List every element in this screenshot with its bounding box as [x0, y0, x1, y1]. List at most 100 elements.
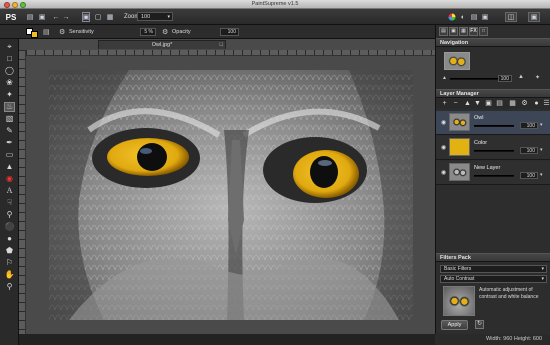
- undo-icon[interactable]: ←: [52, 12, 60, 22]
- fit-screen-icon[interactable]: ▣: [82, 12, 90, 22]
- magic-wand-icon[interactable]: ✦: [4, 90, 15, 100]
- zoom-select[interactable]: 100 ▾: [137, 12, 173, 21]
- layer-opacity-slider-color[interactable]: [474, 150, 514, 152]
- panel-tab-layers[interactable]: ▣: [449, 27, 458, 36]
- navigation-thumbnail[interactable]: [444, 52, 470, 70]
- app-logo: PS: [5, 12, 17, 22]
- document-tab-label: Owl.jpg*: [151, 42, 173, 48]
- layer-opacity-stepper-icon[interactable]: ▾: [540, 122, 543, 128]
- opacity-icon: ⚙: [162, 29, 169, 36]
- brush-icon[interactable]: ✒: [4, 138, 15, 148]
- ruler-vertical: [19, 50, 26, 334]
- rect-select-icon[interactable]: □: [4, 54, 15, 64]
- actual-size-icon[interactable]: ▢: [94, 12, 102, 22]
- layer-toolbar: + − ▲ ▼ ▣ ▤ ▦ ⚙ ● ☰: [436, 99, 550, 109]
- layer-opacity-input-new-layer[interactable]: 100: [520, 172, 538, 179]
- add-layer-icon[interactable]: +: [440, 100, 449, 108]
- layer-opacity-stepper-icon[interactable]: ▾: [540, 147, 543, 153]
- navigation-fit-icon[interactable]: ✦: [535, 74, 540, 81]
- image-dimensions: Width: 960 Height: 600: [486, 336, 542, 342]
- panel-tab-info[interactable]: □: [479, 27, 488, 36]
- panel-tab-history[interactable]: ▦: [459, 27, 468, 36]
- layer-mask-icon[interactable]: ●: [532, 100, 541, 108]
- move-layer-down-icon[interactable]: ▼: [473, 100, 482, 108]
- crop-view-icon[interactable]: ▦: [106, 12, 114, 22]
- filter-category-select[interactable]: Basic Filters ▾: [440, 265, 547, 273]
- zoom-value: 100: [141, 14, 151, 20]
- fullscreen-icon[interactable]: ▣: [528, 12, 540, 22]
- document-tab[interactable]: Owl.jpg* □: [98, 40, 226, 49]
- layer-opacity-input-owl[interactable]: 100: [520, 122, 538, 129]
- stamp-icon[interactable]: ▲: [4, 162, 15, 172]
- layer-opacity-input-color[interactable]: 100: [520, 147, 538, 154]
- histogram-icon[interactable]: ▤: [470, 12, 478, 22]
- window-arrange-icon[interactable]: ◫: [505, 12, 517, 22]
- remove-layer-icon[interactable]: −: [451, 100, 460, 108]
- filter-category-value: Basic Filters: [444, 266, 472, 272]
- paint-bucket-icon[interactable]: ♨: [4, 102, 15, 112]
- sponge-icon[interactable]: ●: [4, 234, 15, 244]
- layer-thumbnail-new-layer: [449, 163, 470, 181]
- sensitivity-input[interactable]: 5 %: [140, 28, 156, 36]
- eye-icon[interactable]: ◉: [441, 169, 446, 176]
- layer-opacity-slider-new-layer[interactable]: [474, 175, 514, 177]
- layer-row-color[interactable]: ◉ Color 100 ▾: [436, 136, 550, 160]
- dodge-icon[interactable]: ⚲: [4, 210, 15, 220]
- close-tab-icon[interactable]: □: [220, 41, 223, 49]
- navigation-zoom-in-icon[interactable]: ▲: [518, 74, 524, 80]
- navigation-zoom-input[interactable]: 100: [498, 75, 512, 82]
- open-document-icon[interactable]: ▣: [38, 12, 46, 22]
- document-bottom-bar: [19, 334, 435, 345]
- duplicate-layer-icon[interactable]: ▣: [484, 100, 493, 108]
- red-eye-icon[interactable]: ◉: [4, 174, 15, 184]
- toolbox: ➢ ⌖ □ ◯ ❀ ✦ ♨ ▧ ✎ ✒ ▭ ▲ ◉ A ☟ ⚲ ⚫ ● ⬟ ⚐ …: [0, 25, 19, 345]
- delete-layer-icon[interactable]: ▤: [495, 100, 504, 108]
- sensitivity-label: Sensitivity: [69, 29, 94, 35]
- redo-icon[interactable]: →: [62, 12, 70, 22]
- shape-tool-icon[interactable]: ⬟: [4, 246, 15, 256]
- panel-tab-filters[interactable]: FX: [469, 27, 478, 36]
- eyedropper-icon[interactable]: ⚐: [4, 258, 15, 268]
- apply-filter-button[interactable]: Apply: [441, 320, 468, 330]
- ellipse-select-icon[interactable]: ◯: [4, 66, 15, 76]
- lasso-icon[interactable]: ❀: [4, 78, 15, 88]
- layer-properties-icon[interactable]: ⚙: [520, 100, 529, 108]
- zoom-tool-icon[interactable]: ⚲: [4, 282, 15, 292]
- primary-color-swatch[interactable]: [31, 31, 38, 38]
- color-wheel-icon[interactable]: [448, 12, 456, 22]
- opacity-input[interactable]: 100: [220, 28, 239, 36]
- sensitivity-icon: ⚙: [59, 29, 66, 36]
- gradient-icon[interactable]: ▧: [4, 114, 15, 124]
- eye-icon[interactable]: ◉: [441, 144, 446, 151]
- new-document-icon[interactable]: ▤: [26, 12, 34, 22]
- ruler-horizontal: [26, 50, 435, 56]
- chevron-down-icon: ▾: [541, 276, 544, 282]
- text-tool-icon[interactable]: A: [4, 186, 15, 196]
- merge-layer-icon[interactable]: ▦: [508, 100, 517, 108]
- layer-row-new-layer[interactable]: ◉ New Layer 100 ▾: [436, 161, 550, 185]
- eraser-icon[interactable]: ▭: [4, 150, 15, 160]
- hand-icon[interactable]: ✋: [4, 270, 15, 280]
- reset-filter-icon[interactable]: ↻: [475, 320, 484, 329]
- smudge-icon[interactable]: ☟: [4, 198, 15, 208]
- navigation-zoom-out-icon[interactable]: ▲: [442, 75, 447, 81]
- layer-name-color: Color: [474, 140, 488, 146]
- opacity-label: Opacity: [172, 29, 191, 35]
- layer-name-new-layer: New Layer: [474, 165, 501, 171]
- contrast-icon[interactable]: ◐: [459, 12, 467, 22]
- panel-tab-navigation[interactable]: ▤: [439, 27, 448, 36]
- grayscale-icon[interactable]: ▣: [481, 12, 489, 22]
- move-layer-up-icon[interactable]: ▲: [463, 100, 472, 108]
- layer-row-owl[interactable]: ◉ Owl 100 ▾: [436, 111, 550, 135]
- layer-opacity-stepper-icon[interactable]: ▾: [540, 172, 543, 178]
- filter-select[interactable]: Auto Contrast ▾: [440, 275, 547, 283]
- layer-opacity-slider-owl[interactable]: [474, 125, 514, 127]
- burn-icon[interactable]: ⚫: [4, 222, 15, 232]
- navigation-zoom-slider[interactable]: [450, 78, 500, 80]
- layer-menu-icon[interactable]: ☰: [542, 100, 550, 108]
- swap-colors-icon[interactable]: ▤: [43, 28, 50, 36]
- crop-tool-icon[interactable]: ⌖: [4, 42, 15, 52]
- pencil-icon[interactable]: ✎: [4, 126, 15, 136]
- eye-icon[interactable]: ◉: [441, 119, 446, 126]
- canvas-image[interactable]: [49, 70, 413, 320]
